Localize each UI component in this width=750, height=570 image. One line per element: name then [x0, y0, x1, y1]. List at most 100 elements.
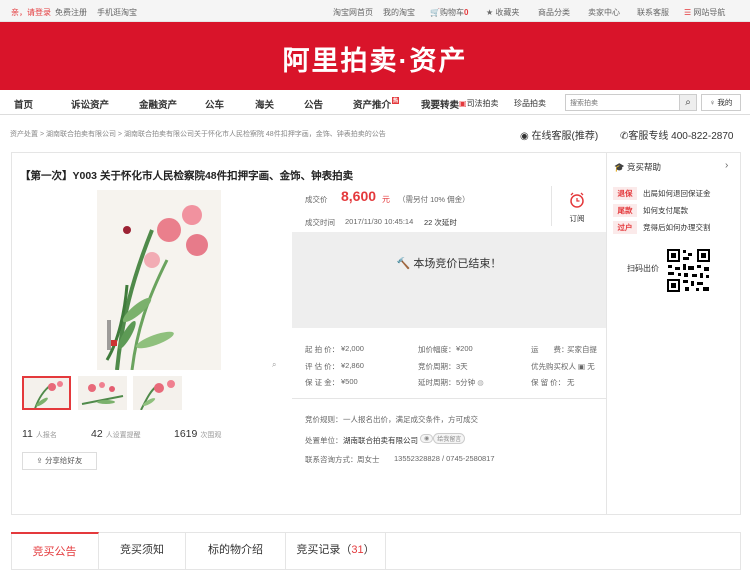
- tab-bid-records[interactable]: 竞买记录（31）: [286, 532, 386, 570]
- thumbnail-1[interactable]: [22, 376, 71, 410]
- sitemap-link[interactable]: ☰ 网站导航: [684, 7, 725, 18]
- nav-vehicles[interactable]: 公车: [205, 97, 224, 111]
- lot-main-image[interactable]: [97, 190, 221, 370]
- online-service[interactable]: ◉ 在线客服(推荐): [520, 127, 598, 142]
- qr-code-image: [666, 248, 711, 293]
- search-input[interactable]: [570, 97, 678, 109]
- help-icon[interactable]: ◍: [477, 378, 484, 387]
- hot-badge: 热: [392, 97, 400, 104]
- tab-item-intro[interactable]: 标的物介绍: [186, 532, 286, 570]
- breadcrumb-root[interactable]: 资产处置: [10, 131, 38, 138]
- deal-time-label: 成交时间: [305, 218, 335, 227]
- share-button[interactable]: ⇪ 分享给好友: [22, 452, 97, 470]
- delay-period-label: 延时周期：: [418, 378, 456, 387]
- top-bar: 亲，请登录 免费注册 手机逛淘宝 淘宝网首页 我的淘宝 🛒购物车0 ★ 收藏夹 …: [0, 0, 750, 22]
- search-button[interactable]: ⌕: [679, 95, 696, 110]
- help-item-payment[interactable]: 尾款 如何支付尾款: [613, 204, 688, 217]
- tab-rules[interactable]: 竞买须知: [99, 532, 186, 570]
- period-value: 3天: [456, 362, 468, 371]
- unit-value[interactable]: 湖南联合拍卖有限公司: [343, 435, 418, 446]
- divider: [292, 398, 606, 399]
- thumbnail-image: [133, 376, 182, 410]
- nav-finance[interactable]: 金融资产: [139, 97, 177, 111]
- rule-label: 竞价规则：: [305, 415, 343, 424]
- breadcrumb: 资产处置 > 湖南联合拍卖有限公司 > 湖南联合拍卖有限公司关于怀化市人民检察院…: [10, 131, 386, 138]
- rule-value: 一人报名出价，满足成交条件，方可成交: [343, 415, 478, 424]
- search-box: ⌕: [565, 94, 697, 111]
- appraise-value: ¥2,860: [341, 361, 364, 370]
- nav-notices[interactable]: 公告: [304, 97, 323, 111]
- unit-label: 处置单位：: [305, 436, 343, 445]
- menu-icon: ☰: [684, 8, 694, 17]
- message-tag[interactable]: ◉ 给我留言: [420, 433, 466, 444]
- commission-note: （需另付 10% 佣金）: [398, 195, 470, 204]
- signup-count: 11 人报名: [22, 428, 57, 440]
- scan-bid-label: 扫码出价: [627, 264, 659, 273]
- subscribe-label: 订阅: [569, 214, 585, 223]
- painting-image: [97, 190, 221, 370]
- increment-value: ¥200: [456, 344, 473, 353]
- user-icon: ♀: [709, 98, 716, 107]
- subscribe-button[interactable]: 订阅: [551, 186, 601, 226]
- star-icon: ★: [486, 8, 496, 17]
- contact-label: 联系咨询方式：: [305, 455, 358, 464]
- breadcrumb-current: 湖南联合拍卖有限公司关于怀化市人民检察院 48件扣押字画，金饰、钟表拍卖的公告: [123, 131, 386, 138]
- help-item-refund[interactable]: 退保 出局如何退回保证金: [613, 187, 711, 200]
- my-taobao-link[interactable]: 我的淘宝: [383, 7, 415, 18]
- alarm-clock-icon: [570, 192, 584, 208]
- nav-home[interactable]: 首页: [14, 97, 33, 111]
- deposit-value: ¥500: [341, 377, 358, 386]
- register-link[interactable]: 免费注册: [55, 7, 87, 18]
- hotline: ✆客服专线 400-822-2870: [620, 131, 734, 142]
- home-link[interactable]: 淘宝网首页: [333, 7, 373, 18]
- cart-icon: 🛒: [430, 8, 440, 17]
- nav-resell[interactable]: 我要转卖: [421, 97, 459, 111]
- increment-label: 加价幅度：: [418, 345, 456, 354]
- reminder-count: 42 人设置提醒: [91, 428, 141, 440]
- delay-period-value: 5分钟 ◍: [456, 378, 484, 387]
- reserve-value: 无: [567, 378, 575, 387]
- nav-judicial[interactable]: ▣司法拍卖: [459, 98, 499, 109]
- deal-price: 8,600: [341, 188, 377, 204]
- help-title[interactable]: 🎓 竞买帮助: [614, 161, 661, 173]
- breadcrumb-org[interactable]: 湖南联合拍卖有限公司: [46, 131, 116, 138]
- magnifier-icon[interactable]: ⌕: [272, 360, 276, 370]
- priority-value: ▣ 无: [578, 362, 595, 371]
- period-label: 竞价周期：: [418, 362, 456, 371]
- priority-label: 优先购买权人: [531, 362, 576, 371]
- delay-count: 22 次延时: [424, 218, 457, 227]
- tab-notice[interactable]: 竞买公告: [11, 532, 99, 570]
- thumbnail-2[interactable]: [78, 376, 127, 410]
- auction-ended-panel: 🔨 本场竞价已结束！: [292, 232, 606, 328]
- contact-name: 周女士: [357, 455, 380, 464]
- thumbnail-image: [24, 378, 69, 408]
- qr-code-icon[interactable]: [666, 248, 711, 293]
- favorites-link[interactable]: ★ 收藏夹: [486, 7, 519, 18]
- login-link[interactable]: 亲，请登录: [11, 7, 51, 18]
- appraise-label: 评 估 价：: [305, 362, 340, 371]
- share-icon: ⇪: [36, 456, 43, 465]
- mobile-link[interactable]: 手机逛淘宝: [97, 7, 137, 18]
- brand-logo[interactable]: 阿里拍卖·资产: [0, 39, 750, 78]
- nav-litigation[interactable]: 诉讼资产: [71, 97, 109, 111]
- deal-price-label: 成交价: [305, 195, 328, 204]
- headset-icon: ◉: [520, 131, 529, 142]
- brand-banner: 阿里拍卖·资产: [0, 22, 750, 90]
- help-item-transfer[interactable]: 过户 竞得后如何办理交割: [613, 221, 711, 234]
- thumbnail-3[interactable]: [133, 376, 182, 410]
- message-icon: ◉: [420, 434, 434, 443]
- categories-link[interactable]: 商品分类: [538, 7, 570, 18]
- mine-button[interactable]: ♀ 我的: [701, 94, 741, 111]
- nav-customs[interactable]: 海关: [255, 97, 274, 111]
- reserve-label: 保 留 价：: [531, 378, 566, 387]
- bid-record-count: 31: [351, 544, 364, 556]
- nav-treasure[interactable]: 珍品拍卖: [514, 98, 546, 109]
- nav-recommend[interactable]: 资产推介热: [353, 97, 400, 111]
- chevron-right-icon[interactable]: ›: [725, 160, 728, 171]
- seller-center-link[interactable]: 卖家中心: [588, 7, 620, 18]
- cart-count: 0: [463, 8, 469, 17]
- cart-link[interactable]: 🛒购物车0: [430, 7, 468, 18]
- judicial-icon: ▣: [459, 99, 467, 108]
- contact-phone: 13552328828 / 0745-2580817: [394, 454, 495, 463]
- contact-link[interactable]: 联系客服: [637, 7, 669, 18]
